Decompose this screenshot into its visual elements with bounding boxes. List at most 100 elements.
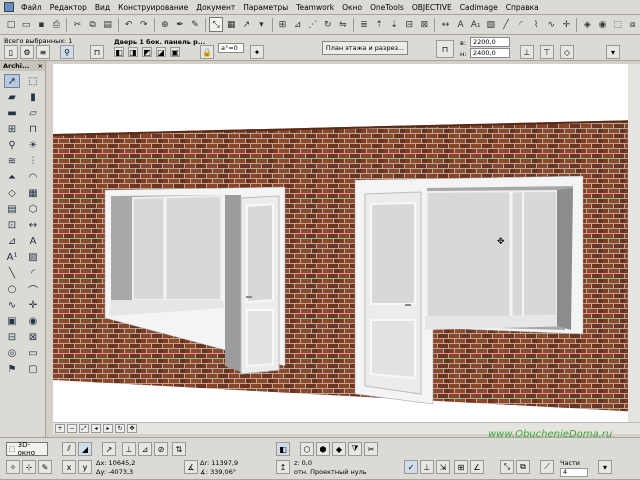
stair-tool-icon[interactable]: ≋ xyxy=(4,154,20,168)
sill-icon[interactable]: ⊥ xyxy=(520,45,534,59)
angle-snap-icon[interactable]: ∠ xyxy=(470,460,484,474)
menu-file[interactable]: Файл xyxy=(17,0,46,15)
guide-lines-icon[interactable]: ⊿ xyxy=(138,442,152,456)
hotspot-icon[interactable]: ✛ xyxy=(559,17,573,32)
zoom-out-icon[interactable]: − xyxy=(67,424,77,433)
print-icon[interactable]: ⎙ xyxy=(49,17,63,32)
camera-tool-icon[interactable]: ◉ xyxy=(25,314,41,328)
mirror-opening-icon[interactable]: ◩ xyxy=(142,47,152,57)
dimension-icon[interactable]: ↔ xyxy=(438,17,452,32)
suspend-groups-icon[interactable]: ⊘ xyxy=(154,442,168,456)
close-icon[interactable]: × xyxy=(38,62,43,70)
spline-icon[interactable]: ∿ xyxy=(544,17,558,32)
skylight-tool-icon[interactable]: ◇ xyxy=(4,186,20,200)
arrow-tool-icon[interactable]: ➚ xyxy=(4,74,20,88)
roof-tool-icon[interactable]: ⏶ xyxy=(4,170,20,184)
curtain-wall-tool-icon[interactable]: ▤ xyxy=(4,202,20,216)
floor-plan-section-button[interactable]: План этажа и разрез... xyxy=(322,41,408,55)
spline-tool-icon[interactable]: ∿ xyxy=(4,298,20,312)
view-options-icon[interactable]: ◧ xyxy=(276,442,290,456)
copy-icon[interactable]: ⧉ xyxy=(85,17,99,32)
new-file-icon[interactable]: □ xyxy=(4,17,18,32)
arc-icon[interactable]: ◜ xyxy=(514,17,528,32)
snap-points-icon[interactable]: ⋰ xyxy=(306,17,320,32)
drawing-tool-icon[interactable]: ▢ xyxy=(25,362,41,376)
morph-tool-icon[interactable]: ⬡ xyxy=(25,202,41,216)
menu-cadimage[interactable]: Cadimage xyxy=(456,0,502,15)
vertical-scrollbar[interactable] xyxy=(628,64,640,422)
height-field[interactable]: 2400,0 xyxy=(470,48,510,58)
y-axis-icon[interactable]: y xyxy=(78,460,92,474)
arrow-icon[interactable]: ↗ xyxy=(239,17,253,32)
header-icon[interactable]: ⊤ xyxy=(540,45,554,59)
pick-up-icon[interactable]: ✒ xyxy=(173,17,187,32)
circle-tool-icon[interactable]: ○ xyxy=(4,282,20,296)
parts-field[interactable]: 4 xyxy=(560,468,588,477)
previous-view-icon[interactable]: ◂ xyxy=(91,424,101,433)
line-icon[interactable]: ╱ xyxy=(499,17,513,32)
cutaway-icon[interactable]: ✂ xyxy=(364,442,378,456)
paste-icon[interactable]: ▤ xyxy=(101,17,115,32)
archicad-app-icon[interactable] xyxy=(4,2,14,12)
menu-help[interactable]: Справка xyxy=(502,0,543,15)
camera-icon[interactable]: ◉ xyxy=(595,17,609,32)
menu-objective[interactable]: OBJECTIVE xyxy=(408,0,456,15)
offset-icon[interactable]: ⇲ xyxy=(436,460,450,474)
line-tool-icon[interactable]: ╲ xyxy=(4,266,20,280)
magic-wand-icon[interactable]: ✧ xyxy=(6,460,20,474)
snap-guides-icon[interactable]: ✓ xyxy=(404,460,418,474)
undo-icon[interactable]: ↶ xyxy=(122,17,136,32)
zone-tool-icon[interactable]: ⊡ xyxy=(4,218,20,232)
redo-icon[interactable]: ↷ xyxy=(137,17,151,32)
elevation-ref-icon[interactable]: ↥ xyxy=(276,460,290,474)
worksheet-tool-icon[interactable]: ▭ xyxy=(25,346,41,360)
relative-construction-icon[interactable]: ⊥ xyxy=(122,442,136,456)
menu-options[interactable]: Параметры xyxy=(239,0,292,15)
layers-icon[interactable]: ≣ xyxy=(357,17,371,32)
orientation-icon[interactable]: ✦ xyxy=(250,45,264,59)
fill-icon[interactable]: ▧ xyxy=(484,17,498,32)
elevation-tool-icon[interactable]: ⊠ xyxy=(25,330,41,344)
shading-icon[interactable]: ◆ xyxy=(332,442,346,456)
3d-window-tab[interactable]: ⬚ 3D-окно xyxy=(6,441,48,457)
marker-icon[interactable]: ◇ xyxy=(560,45,574,59)
detail-tool-icon[interactable]: ◎ xyxy=(4,346,20,360)
view-3d-icon[interactable]: ⬚ xyxy=(611,17,625,32)
menu-edit[interactable]: Редактор xyxy=(46,0,91,15)
bottom-options-icon[interactable]: ▾ xyxy=(598,460,612,474)
scale-icon[interactable]: ⤡ xyxy=(500,460,514,474)
window-icon[interactable]: ⧈ xyxy=(626,17,640,32)
label-tool-icon[interactable]: A¹ xyxy=(4,250,20,264)
render-icon[interactable]: ◈ xyxy=(580,17,594,32)
mesh-tool-icon[interactable]: ▦ xyxy=(25,186,41,200)
fill-tool-icon[interactable]: ▨ xyxy=(25,250,41,264)
door-tool-icon[interactable]: ▯ xyxy=(4,45,18,59)
arc-tool-icon[interactable]: ◜ xyxy=(25,266,41,280)
ortho-icon[interactable]: ⊥ xyxy=(420,460,434,474)
polar-icon[interactable]: ∡ xyxy=(184,460,198,474)
level-dim-tool-icon[interactable]: ⊿ xyxy=(4,234,20,248)
wall-tool-icon[interactable]: ▰ xyxy=(4,90,20,104)
polyline-tool-icon[interactable]: ⌒ xyxy=(25,282,41,297)
wireframe-icon[interactable]: ⬡ xyxy=(300,442,314,456)
perspective-icon[interactable]: ◢ xyxy=(78,442,92,456)
select-mode-icon[interactable]: ⤡ xyxy=(209,17,224,32)
lamp-tool-icon[interactable]: ☀ xyxy=(25,138,41,152)
width-field[interactable]: 2200,0 xyxy=(470,37,510,47)
window-tool-icon[interactable]: ⊞ xyxy=(4,122,20,136)
cut-icon[interactable]: ✂ xyxy=(70,17,84,32)
parallel-icon[interactable]: ⫽ xyxy=(62,442,76,456)
object-tool-icon[interactable]: ⚲ xyxy=(4,138,20,152)
menu-view[interactable]: Вид xyxy=(91,0,114,15)
angle-field[interactable]: a°=0 xyxy=(218,43,244,53)
change-tool-icon[interactable]: ⚑ xyxy=(4,362,20,376)
flip-icon[interactable]: ◨ xyxy=(128,47,138,57)
cursor-snap-icon[interactable]: ↗ xyxy=(102,442,116,456)
orbit-icon[interactable]: ↻ xyxy=(115,424,125,433)
floor-up-icon[interactable]: ⇡ xyxy=(372,17,386,32)
next-view-icon[interactable]: ▸ xyxy=(103,424,113,433)
reveal-icon[interactable]: ▣ xyxy=(170,47,180,57)
zoom-in-icon[interactable]: ⊕ xyxy=(158,17,172,32)
text-icon[interactable]: A xyxy=(454,17,468,32)
hotspot-tool-icon[interactable]: ✛ xyxy=(25,298,41,312)
